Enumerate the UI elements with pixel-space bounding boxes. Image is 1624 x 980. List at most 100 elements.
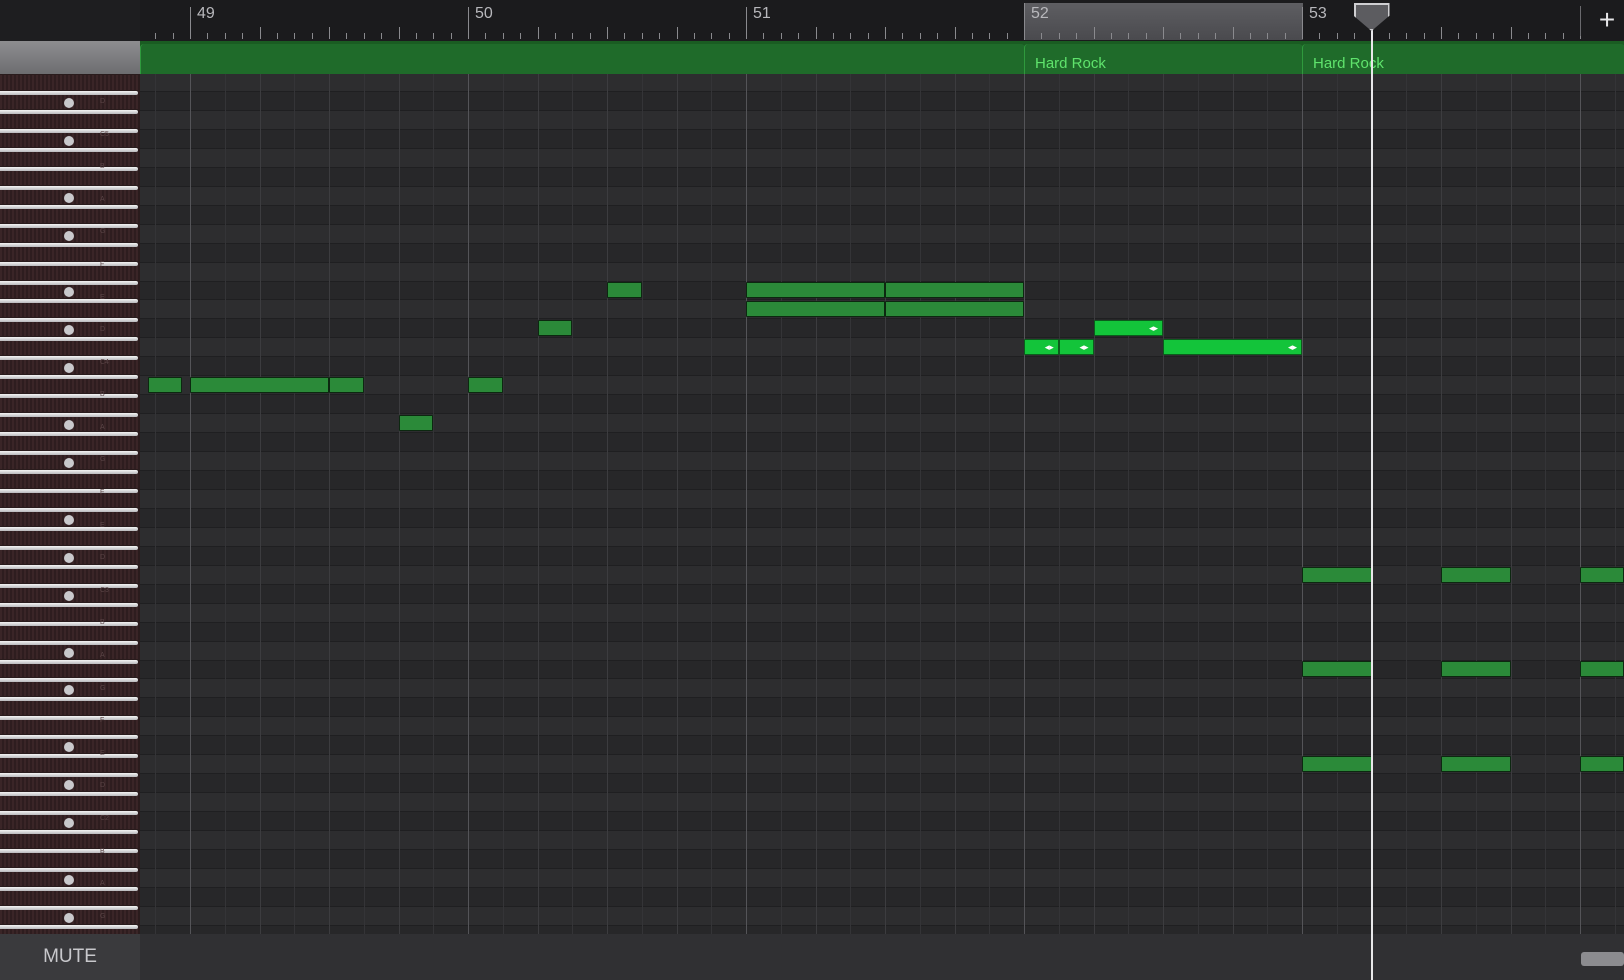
piano-white-key[interactable] — [0, 697, 138, 702]
note-selected[interactable]: ◂▸ — [1093, 320, 1163, 337]
piano-white-key[interactable] — [0, 735, 138, 740]
piano-black-key[interactable] — [0, 472, 138, 488]
piano-white-key[interactable] — [0, 261, 138, 266]
midi-note[interactable] — [1302, 661, 1372, 678]
midi-note[interactable] — [746, 282, 885, 299]
piano-white-key[interactable] — [0, 849, 138, 853]
piano-white-key[interactable] — [0, 280, 138, 285]
piano-black-key[interactable] — [0, 757, 138, 773]
piano-white-key[interactable] — [0, 185, 138, 190]
piano-white-key[interactable] — [0, 299, 138, 304]
piano-white-key[interactable] — [0, 545, 138, 550]
piano-black-key[interactable] — [0, 624, 138, 640]
piano-white-key[interactable] — [0, 337, 138, 342]
midi-note[interactable] — [398, 415, 434, 432]
piano-black-key[interactable] — [0, 700, 138, 716]
piano-white-key[interactable] — [0, 621, 138, 626]
resize-handle-icon[interactable]: ◂▸ — [1079, 342, 1088, 352]
midi-note[interactable] — [885, 282, 1024, 299]
piano-white-key[interactable] — [0, 375, 138, 380]
piano-white-key[interactable] — [0, 583, 138, 588]
piano-white-key[interactable] — [0, 147, 138, 152]
midi-note[interactable] — [607, 282, 642, 299]
midi-note[interactable] — [148, 377, 182, 394]
piano-white-key[interactable] — [0, 109, 138, 114]
region-block-1[interactable] — [140, 44, 1025, 74]
piano-black-key[interactable] — [0, 719, 138, 735]
piano-white-key[interactable] — [0, 867, 138, 872]
midi-note[interactable] — [1302, 756, 1372, 773]
piano-black-key[interactable] — [0, 169, 138, 185]
piano-white-key[interactable] — [0, 204, 138, 209]
piano-white-key[interactable] — [0, 451, 138, 456]
horizontal-scrollbar[interactable] — [1581, 952, 1624, 966]
note-selected[interactable]: ◂▸ — [1058, 339, 1094, 356]
piano-white-key[interactable] — [0, 564, 138, 569]
midi-note[interactable] — [1580, 756, 1624, 773]
timeline-ruler[interactable]: 49 50 51 52 53 — [140, 0, 1624, 41]
piano-white-key[interactable] — [0, 886, 138, 891]
midi-note[interactable] — [537, 320, 573, 337]
piano-white-key[interactable] — [0, 830, 138, 835]
piano-white-key[interactable] — [0, 432, 138, 437]
piano-black-key[interactable] — [0, 889, 138, 905]
piano-white-key[interactable] — [0, 356, 138, 361]
piano-black-key[interactable] — [0, 207, 138, 223]
piano-white-key[interactable] — [0, 166, 138, 171]
note-selected[interactable]: ◂▸ — [1163, 339, 1302, 356]
piano-white-key[interactable] — [0, 754, 138, 759]
piano-white-key[interactable] — [0, 773, 138, 778]
piano-black-key[interactable] — [0, 435, 138, 451]
piano-white-key[interactable] — [0, 507, 138, 512]
piano-black-key[interactable] — [0, 378, 138, 394]
midi-note[interactable] — [746, 301, 885, 318]
piano-black-key[interactable] — [0, 833, 138, 848]
midi-note[interactable] — [1302, 566, 1372, 583]
piano-white-key[interactable] — [0, 242, 138, 247]
piano-black-key[interactable] — [0, 340, 138, 356]
midi-note[interactable] — [329, 377, 364, 394]
piano-white-key[interactable] — [0, 394, 138, 399]
piano-black-key[interactable] — [0, 567, 138, 583]
piano-white-key[interactable] — [0, 678, 138, 683]
piano-white-key[interactable] — [0, 318, 138, 323]
piano-roll-grid[interactable]: ◂▸ ◂▸ ◂▸ ◂▸ — [140, 74, 1624, 934]
piano-white-key[interactable] — [0, 640, 138, 645]
region-block-2[interactable]: Hard Rock — [1024, 44, 1303, 74]
region-block-3[interactable]: Hard Rock — [1302, 44, 1624, 74]
piano-white-key[interactable] — [0, 413, 138, 418]
piano-white-key[interactable] — [0, 488, 138, 493]
midi-note[interactable] — [1580, 566, 1624, 583]
piano-black-key[interactable] — [0, 245, 138, 261]
piano-black-key[interactable] — [0, 491, 138, 507]
midi-note[interactable] — [1580, 661, 1624, 678]
piano-black-key[interactable] — [0, 112, 138, 128]
piano-black-key[interactable] — [0, 795, 138, 811]
midi-note[interactable] — [1441, 566, 1511, 583]
midi-note[interactable] — [885, 301, 1024, 318]
midi-note[interactable] — [1441, 661, 1511, 678]
piano-white-key[interactable] — [0, 792, 138, 797]
piano-black-key[interactable] — [0, 397, 138, 413]
piano-white-key[interactable] — [0, 128, 138, 133]
resize-handle-icon[interactable]: ◂▸ — [1149, 323, 1158, 333]
note-selected[interactable]: ◂▸ — [1024, 339, 1059, 356]
resize-handle-icon[interactable]: ◂▸ — [1288, 342, 1297, 352]
piano-black-key[interactable] — [0, 264, 138, 280]
piano-black-key[interactable] — [0, 605, 138, 621]
add-icon[interactable]: + — [1592, 4, 1622, 36]
piano-white-key[interactable] — [0, 924, 138, 929]
piano-white-key[interactable] — [0, 91, 138, 95]
piano-black-key[interactable] — [0, 302, 138, 318]
piano-white-key[interactable] — [0, 905, 138, 910]
piano-black-key[interactable] — [0, 150, 138, 166]
piano-black-key[interactable] — [0, 662, 138, 678]
piano-white-key[interactable] — [0, 223, 138, 228]
midi-note[interactable] — [1441, 756, 1511, 773]
piano-white-key[interactable] — [0, 716, 138, 721]
piano-black-key[interactable] — [0, 75, 138, 90]
piano-white-key[interactable] — [0, 811, 138, 816]
piano-black-key[interactable] — [0, 529, 138, 545]
midi-note[interactable] — [468, 377, 503, 394]
piano-white-key[interactable] — [0, 659, 138, 664]
